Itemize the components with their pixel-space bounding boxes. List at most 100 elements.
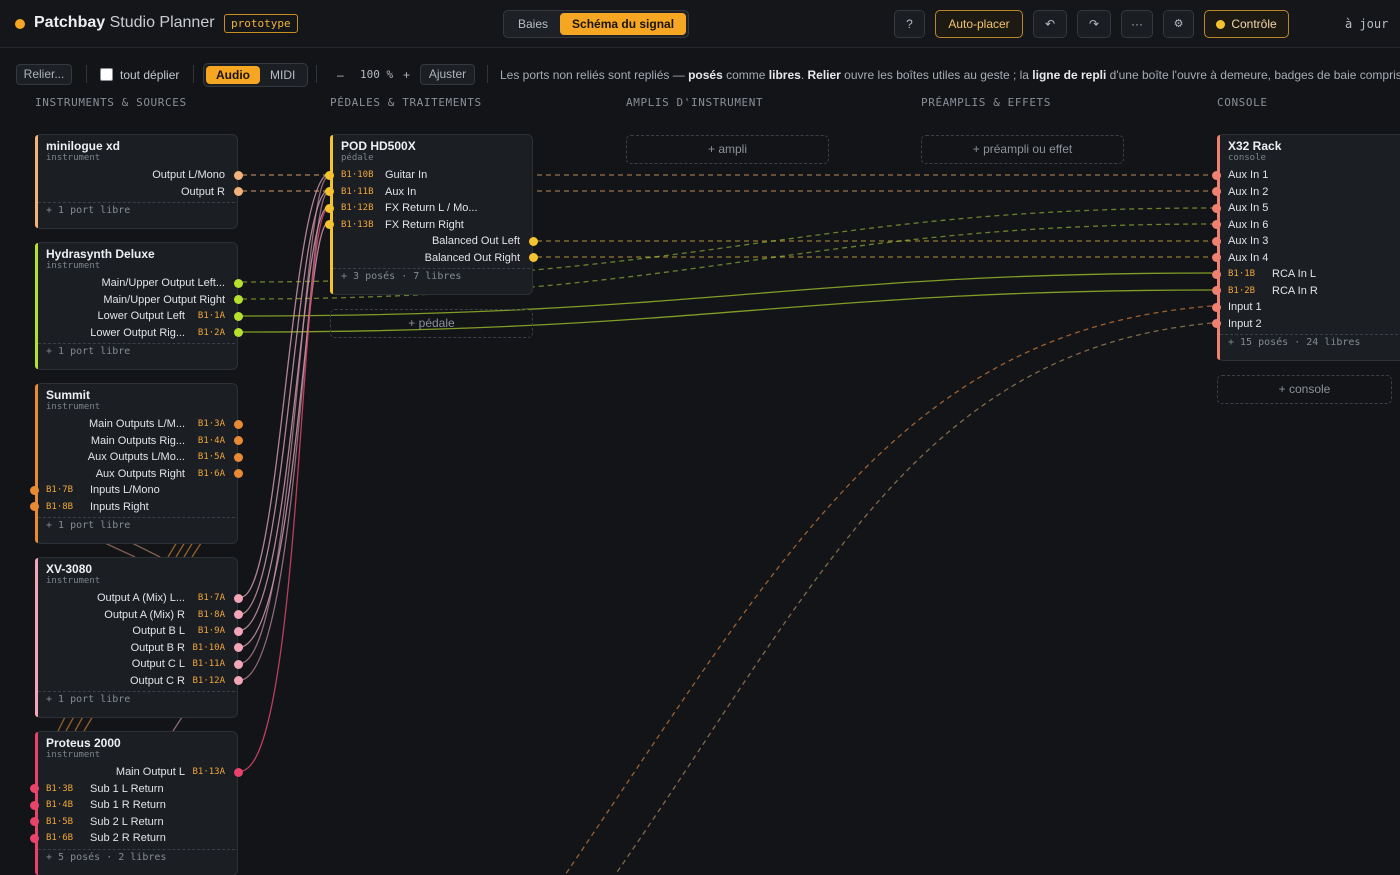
port-row[interactable]: Output C R B1·12A [36, 673, 243, 689]
cable[interactable] [241, 193, 327, 681]
jack-icon[interactable] [529, 253, 538, 262]
control-button[interactable]: Contrôle [1204, 10, 1289, 38]
port-row[interactable]: Inputs L/Mono B1·7B [30, 482, 239, 498]
port-row[interactable]: Main Outputs Rig... B1·4A [36, 433, 243, 449]
jack-icon[interactable] [30, 502, 39, 511]
port-row[interactable]: Input 1 [1212, 299, 1400, 315]
port-row[interactable]: Aux Outputs L/Mo... B1·5A [36, 449, 243, 465]
device-x32-rack[interactable]: X32 Rack console Aux In 1 Aux In 2 Aux In 5 A… [1212, 134, 1400, 361]
device-footer-expand[interactable]: + 5 posés · 2 libres [38, 848, 235, 866]
jack-icon[interactable] [234, 626, 243, 636]
jack-icon[interactable] [234, 659, 243, 669]
jack-icon[interactable] [234, 452, 243, 462]
cable[interactable] [614, 322, 1213, 875]
jack-icon[interactable] [234, 436, 243, 445]
jack-icon[interactable] [1212, 203, 1221, 213]
add-pedal-placeholder[interactable]: + pédale [330, 309, 533, 338]
cable[interactable] [241, 174, 327, 598]
port-row[interactable]: Main/Upper Output Left... [36, 275, 243, 291]
port-row[interactable]: RCA In R B1·2B [1212, 283, 1400, 299]
jack-icon[interactable] [1212, 319, 1221, 328]
port-row[interactable]: Aux In B1·11B [325, 184, 534, 200]
jack-icon[interactable] [1212, 253, 1221, 262]
cable[interactable] [241, 190, 327, 615]
cable[interactable] [241, 207, 327, 631]
port-row[interactable]: Balanced Out Right [331, 250, 538, 266]
zoom-in-button[interactable]: + [403, 68, 410, 82]
port-row[interactable]: Aux In 4 [1212, 250, 1400, 266]
port-row[interactable]: RCA In L B1·1B [1212, 266, 1400, 282]
jack-icon[interactable] [325, 220, 334, 229]
redo-icon[interactable]: ↷ [1077, 10, 1111, 38]
port-row[interactable]: Sub 2 R Return B1·6B [30, 830, 239, 846]
jack-icon[interactable] [234, 643, 243, 652]
port-row[interactable]: Aux In 6 [1212, 217, 1400, 233]
jack-icon[interactable] [234, 593, 243, 603]
mode-audio[interactable]: Audio [206, 66, 260, 84]
jack-icon[interactable] [325, 203, 334, 213]
port-row[interactable]: Main Outputs L/M... B1·3A [36, 416, 243, 432]
jack-icon[interactable] [30, 833, 39, 843]
jack-icon[interactable] [30, 485, 39, 495]
jack-icon[interactable] [234, 311, 243, 321]
jack-icon[interactable] [234, 419, 243, 429]
jack-icon[interactable] [30, 784, 39, 793]
device-footer-expand[interactable]: + 3 posés · 7 libres [333, 268, 530, 285]
port-row[interactable]: Sub 1 L Return B1·3B [30, 781, 239, 797]
port-row[interactable]: Output R [36, 184, 243, 200]
jack-icon[interactable] [30, 817, 39, 826]
port-row[interactable]: Aux In 5 [1212, 200, 1400, 216]
jack-icon[interactable] [1212, 302, 1221, 312]
jack-icon[interactable] [1212, 220, 1221, 229]
device-pod-hd500x[interactable]: POD HD500X pédale Guitar In B1·10B Aux In B1·… [325, 134, 538, 295]
jack-icon[interactable] [234, 676, 243, 685]
port-row[interactable]: Sub 2 L Return B1·5B [30, 814, 239, 830]
jack-icon[interactable] [234, 170, 243, 180]
tab-signal-schema[interactable]: Schéma du signal [560, 13, 687, 35]
port-row[interactable]: Main Output L B1·13A [36, 764, 243, 780]
add-preamp-placeholder[interactable]: + préampli ou effet [921, 135, 1124, 164]
jack-icon[interactable] [325, 187, 334, 196]
port-row[interactable]: Output C L B1·11A [36, 656, 243, 672]
device-xv-3080[interactable]: XV-3080 instrument Output A (Mix) L... B1·7… [35, 557, 243, 718]
port-row[interactable]: Output A (Mix) L... B1·7A [36, 590, 243, 606]
fit-button[interactable]: Ajuster [420, 64, 475, 85]
device-footer-expand[interactable]: + 1 port libre [38, 202, 235, 219]
port-row[interactable]: Lower Output Left B1·1A [36, 308, 243, 324]
port-row[interactable]: Guitar In B1·10B [325, 167, 534, 183]
port-row[interactable]: Output L/Mono [36, 167, 243, 183]
jack-icon[interactable] [234, 328, 243, 337]
device-summit[interactable]: Summit instrument Main Outputs L/M... B1·3A… [30, 383, 243, 544]
port-row[interactable]: Balanced Out Left [331, 233, 538, 249]
zoom-out-button[interactable]: – [337, 68, 344, 82]
jack-icon[interactable] [529, 236, 538, 246]
device-hydrasynth-deluxe[interactable]: Hydrasynth Deluxe instrument Main/Upper Ou… [35, 242, 243, 370]
more-icon[interactable]: ··· [1121, 10, 1153, 38]
jack-icon[interactable] [1212, 170, 1221, 180]
cable[interactable] [241, 177, 327, 664]
help-button[interactable]: ? [894, 10, 925, 38]
device-footer-expand[interactable]: + 1 port libre [38, 343, 235, 360]
cable[interactable] [241, 223, 327, 648]
port-row[interactable]: Output B L B1·9A [36, 623, 243, 639]
mode-midi[interactable]: MIDI [260, 66, 305, 84]
device-proteus-2000[interactable]: Proteus 2000 instrument Main Output L B1·13… [30, 731, 243, 875]
jack-icon[interactable] [1212, 187, 1221, 196]
port-row[interactable]: Output A (Mix) R B1·8A [36, 607, 243, 623]
cable[interactable] [564, 305, 1213, 875]
port-row[interactable]: Aux In 3 [1212, 233, 1400, 249]
cable[interactable] [241, 209, 327, 772]
gear-icon[interactable]: ⚙ [1163, 10, 1194, 38]
port-row[interactable]: Aux Outputs Right B1·6A [36, 466, 243, 482]
device-minilogue-xd[interactable]: minilogue xd instrument Output L/Mono Outpu… [35, 134, 243, 229]
jack-icon[interactable] [234, 767, 243, 777]
add-console-placeholder[interactable]: + console [1217, 375, 1392, 404]
expand-all-checkbox[interactable] [100, 68, 113, 81]
jack-icon[interactable] [234, 187, 243, 196]
jack-icon[interactable] [30, 800, 39, 810]
port-row[interactable]: Output B R B1·10A [36, 640, 243, 656]
add-amp-placeholder[interactable]: + ampli [626, 135, 829, 164]
port-row[interactable]: Main/Upper Output Right [36, 292, 243, 308]
device-footer-expand[interactable]: + 1 port libre [38, 517, 235, 534]
port-row[interactable]: FX Return Right B1·13B [325, 217, 534, 233]
